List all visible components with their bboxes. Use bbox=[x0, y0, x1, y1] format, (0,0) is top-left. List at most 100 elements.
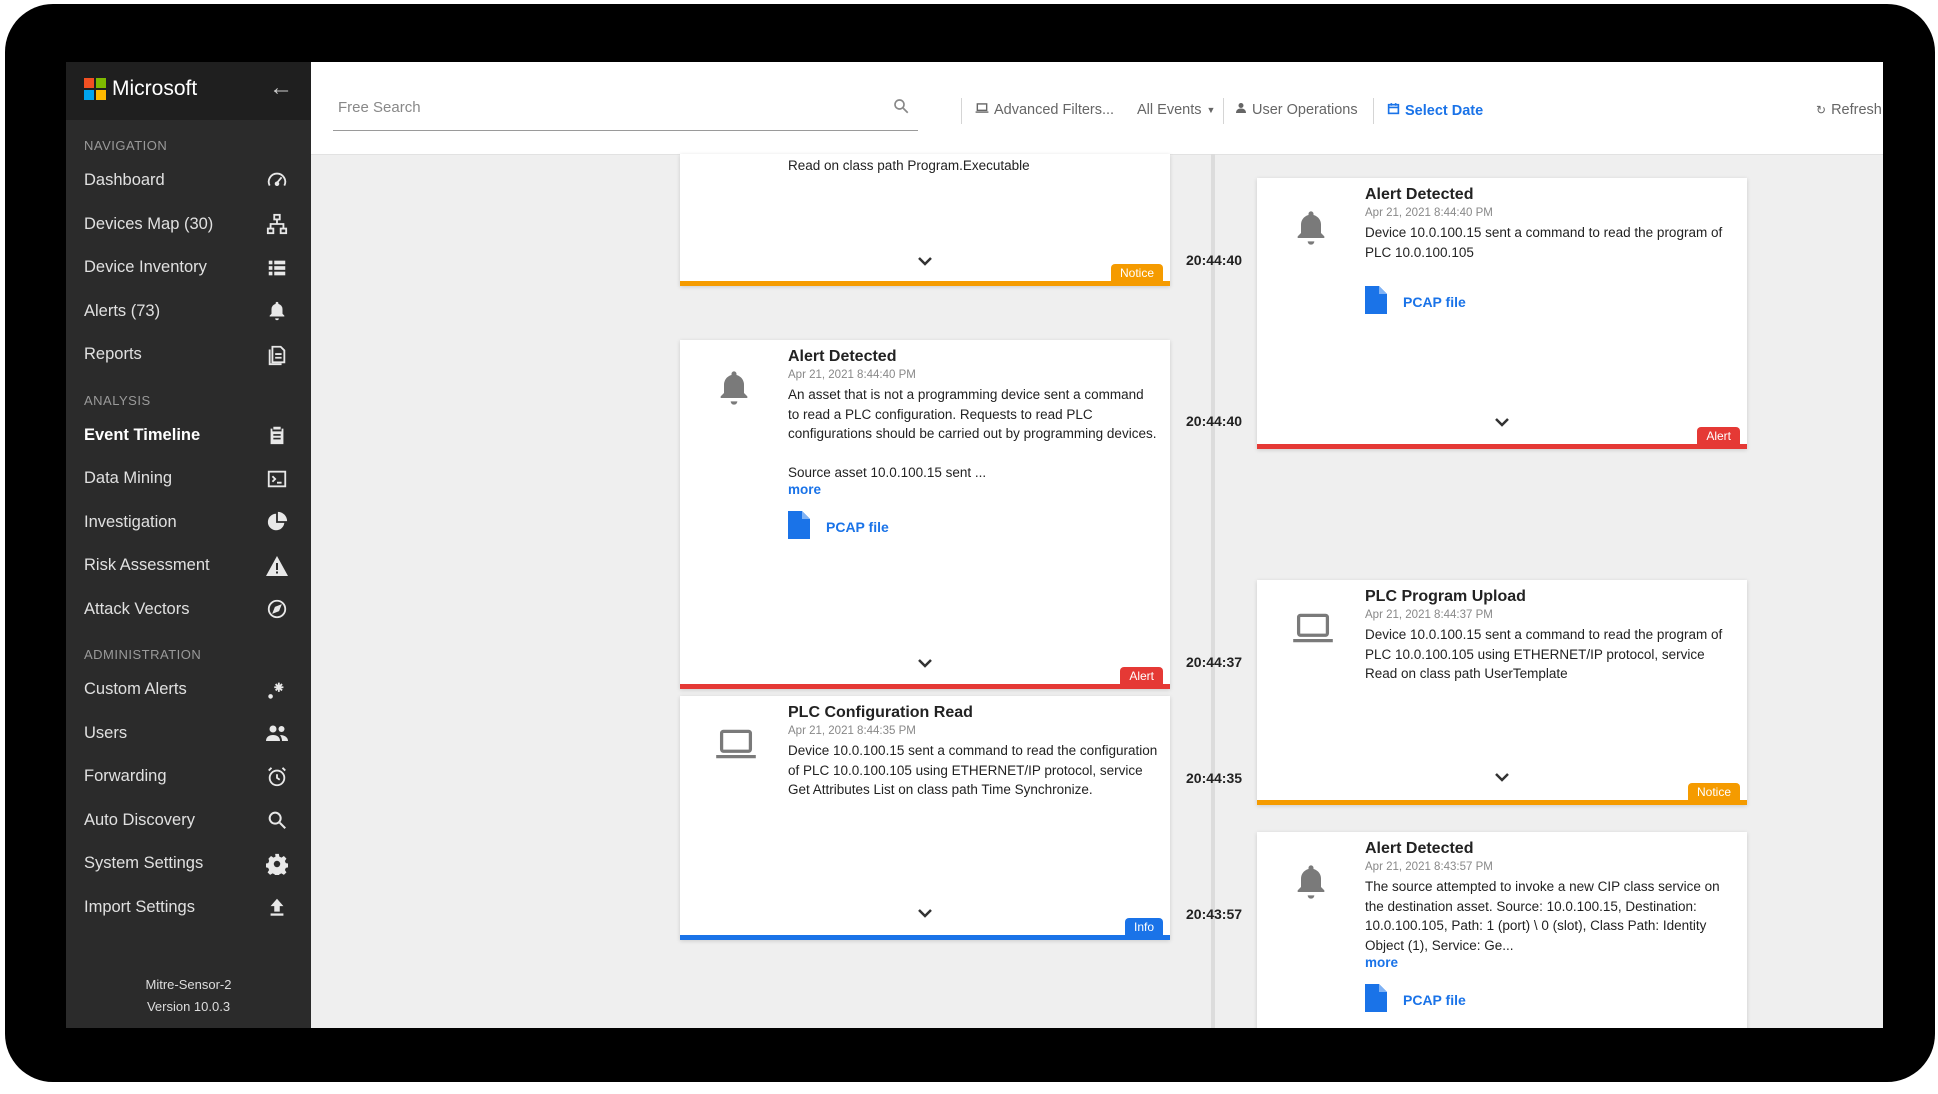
section-title-administration: ADMINISTRATION bbox=[84, 647, 202, 662]
advanced-filters-button[interactable]: Advanced Filters... bbox=[975, 102, 1114, 118]
all-events-dropdown[interactable]: All Events ▼ bbox=[1137, 102, 1215, 118]
sidebar-item-label: Alerts (73) bbox=[84, 301, 161, 320]
users-icon bbox=[265, 721, 289, 745]
user-operations-button[interactable]: User Operations bbox=[1235, 102, 1358, 118]
collapse-sidebar-icon[interactable]: ← bbox=[269, 74, 293, 102]
event-description: An asset that is not a programming devic… bbox=[788, 387, 1157, 441]
sidebar-item-system-settings[interactable]: System Settings bbox=[66, 842, 311, 886]
sidebar-item-attack-vectors[interactable]: Attack Vectors bbox=[66, 588, 311, 632]
event-card[interactable]: Alert Detected Apr 21, 2021 8:44:40 PM D… bbox=[1257, 178, 1747, 449]
event-description: Device 10.0.100.15 sent a command to rea… bbox=[788, 743, 1158, 797]
pcap-file-link[interactable]: PCAP file bbox=[788, 511, 1158, 542]
device-frame: Microsoft ← NAVIGATION Dashboard Devices… bbox=[5, 4, 1935, 1082]
speedometer-icon bbox=[265, 169, 289, 193]
screen: Microsoft ← NAVIGATION Dashboard Devices… bbox=[66, 62, 1883, 1028]
event-description: Device 10.0.100.15 sent a command to rea… bbox=[1365, 225, 1723, 260]
select-date-button[interactable]: Select Date bbox=[1387, 102, 1483, 119]
pcap-file-link[interactable]: PCAP file bbox=[1365, 286, 1735, 317]
sidebar-item-label: Investigation bbox=[84, 512, 177, 531]
section-title-analysis: ANALYSIS bbox=[84, 392, 151, 408]
severity-bar bbox=[680, 684, 1170, 689]
upload-icon bbox=[265, 895, 289, 919]
pcap-file-label: PCAP file bbox=[1403, 293, 1466, 310]
sidebar-item-dashboard[interactable]: Dashboard bbox=[66, 159, 311, 203]
sidebar-item-auto-discovery[interactable]: Auto Discovery bbox=[66, 799, 311, 843]
sidebar-item-label: Import Settings bbox=[84, 897, 195, 916]
laptop-icon bbox=[975, 102, 989, 118]
sidebar-item-label: Users bbox=[84, 723, 128, 742]
sidebar-item-users[interactable]: Users bbox=[66, 712, 311, 756]
severity-bar bbox=[680, 935, 1170, 940]
top-toolbar: Advanced Filters... All Events ▼ User Op… bbox=[311, 62, 1883, 155]
sidebar-item-label: System Settings bbox=[84, 854, 204, 873]
event-card[interactable]: Alert Detected Apr 21, 2021 8:44:40 PM A… bbox=[680, 340, 1170, 689]
laptop-icon bbox=[1291, 610, 1333, 650]
microsoft-logo-icon bbox=[84, 78, 106, 100]
sidebar-footer: Mitre-Sensor-2 Version 10.0.3 bbox=[66, 974, 311, 1018]
sidebar-item-label: Auto Discovery bbox=[84, 810, 195, 829]
sidebar-item-custom-alerts[interactable]: Custom Alerts bbox=[66, 668, 311, 712]
sidebar-item-forwarding[interactable]: Forwarding bbox=[66, 755, 311, 799]
event-card[interactable]: Read on class path Program.Executable No… bbox=[680, 154, 1170, 286]
chevron-down-icon[interactable] bbox=[1493, 770, 1511, 782]
gear-icon bbox=[265, 852, 289, 876]
brand-name: Microsoft bbox=[112, 77, 198, 100]
severity-badge: Notice bbox=[1687, 783, 1740, 800]
sidebar-item-data-mining[interactable]: Data Mining bbox=[66, 457, 311, 501]
severity-badge: Notice bbox=[1110, 264, 1163, 281]
pie-chart-icon bbox=[265, 510, 289, 534]
sidebar-item-import-settings[interactable]: Import Settings bbox=[66, 886, 311, 930]
user-icon bbox=[1235, 102, 1247, 118]
more-link[interactable]: more bbox=[788, 482, 1158, 497]
chevron-down-icon[interactable] bbox=[916, 906, 934, 918]
severity-bar bbox=[680, 281, 1170, 286]
sidebar-item-risk-assessment[interactable]: Risk Assessment bbox=[66, 544, 311, 588]
search-icon[interactable] bbox=[892, 97, 912, 117]
file-icon bbox=[1365, 984, 1387, 1015]
severity-bar bbox=[1257, 444, 1747, 449]
calendar-icon bbox=[1387, 102, 1400, 119]
sidebar-item-label: Data Mining bbox=[84, 469, 173, 488]
sidebar-item-reports[interactable]: Reports bbox=[66, 333, 311, 377]
document-icon bbox=[265, 343, 289, 367]
sidebar-item-devices-map[interactable]: Devices Map (30) bbox=[66, 203, 311, 247]
search-input[interactable] bbox=[333, 90, 883, 124]
event-card[interactable]: PLC Configuration Read Apr 21, 2021 8:44… bbox=[680, 696, 1170, 940]
timeline-time: 20:44:40 bbox=[1186, 252, 1243, 268]
warning-icon bbox=[265, 554, 289, 578]
list-icon bbox=[265, 256, 289, 280]
chevron-down-icon[interactable] bbox=[916, 254, 934, 266]
sensor-name: Mitre-Sensor-2 bbox=[145, 977, 232, 992]
event-card[interactable]: PLC Program Upload Apr 21, 2021 8:44:37 … bbox=[1257, 580, 1747, 805]
severity-badge: Info bbox=[1124, 918, 1163, 935]
sidebar-item-investigation[interactable]: Investigation bbox=[66, 501, 311, 545]
timeline-time: 20:44:40 bbox=[1186, 413, 1243, 429]
toolbar-divider bbox=[1223, 98, 1224, 124]
sidebar-item-label: Dashboard bbox=[84, 171, 165, 190]
severity-bar bbox=[1257, 800, 1747, 805]
sidebar-item-label: Forwarding bbox=[84, 767, 167, 786]
bell-icon bbox=[1291, 862, 1331, 902]
severity-badge: Alert bbox=[1697, 427, 1740, 444]
sidebar-item-alerts[interactable]: Alerts (73) bbox=[66, 290, 311, 334]
bell-icon bbox=[265, 299, 289, 323]
sidebar-item-device-inventory[interactable]: Device Inventory bbox=[66, 246, 311, 290]
chevron-down-icon[interactable] bbox=[916, 656, 934, 668]
timeline-time: 20:44:37 bbox=[1186, 654, 1243, 670]
select-date-label: Select Date bbox=[1405, 102, 1484, 119]
search-icon bbox=[265, 808, 289, 832]
event-card[interactable]: Alert Detected Apr 21, 2021 8:43:57 PM T… bbox=[1257, 832, 1747, 1028]
caret-down-icon: ▼ bbox=[1206, 105, 1216, 115]
laptop-icon bbox=[714, 726, 756, 766]
event-title: PLC Program Upload bbox=[1365, 588, 1526, 605]
section-title-navigation: NAVIGATION bbox=[84, 138, 168, 153]
toolbar-divider bbox=[1373, 98, 1374, 124]
chevron-down-icon[interactable] bbox=[1493, 415, 1511, 427]
sidebar-item-event-timeline[interactable]: Event Timeline bbox=[66, 414, 311, 458]
pcap-file-link[interactable]: PCAP file bbox=[1365, 984, 1735, 1015]
more-link[interactable]: more bbox=[1365, 955, 1735, 970]
version-label: Version 10.0.3 bbox=[146, 999, 231, 1014]
refresh-icon: ↻ bbox=[1816, 103, 1827, 117]
terminal-icon bbox=[265, 467, 289, 491]
refresh-button[interactable]: ↻ Refresh bbox=[1816, 102, 1882, 118]
